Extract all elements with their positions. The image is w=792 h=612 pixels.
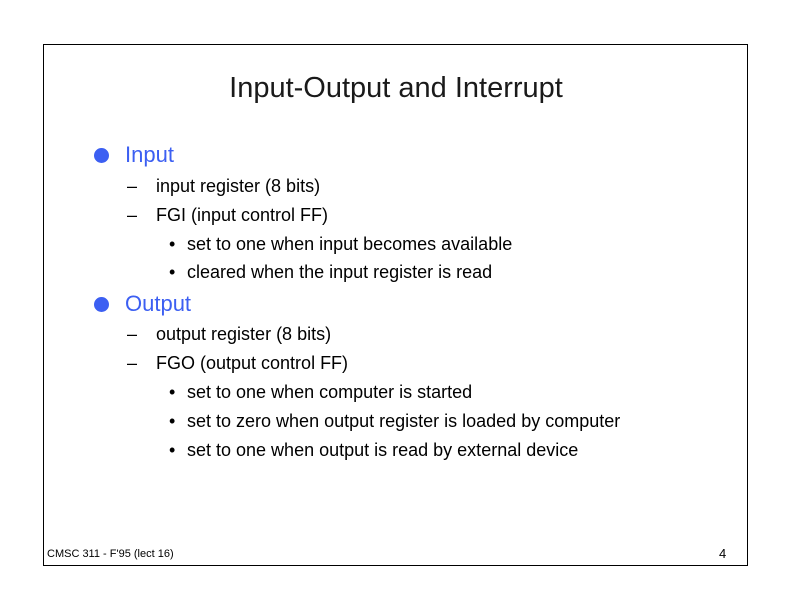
sub-list-item-text: set to zero when output register is load… [187, 410, 621, 431]
list-item-text: FGI (input control FF) [156, 204, 329, 225]
sub-list-item: • cleared when the input register is rea… [169, 260, 492, 284]
dash-bullet-icon: – [127, 204, 138, 225]
dot-bullet-icon: • [169, 410, 176, 431]
sub-list-item-text: cleared when the input register is read [187, 261, 493, 282]
sub-list-item: • set to one when computer is started [169, 380, 472, 404]
section-output: Output [94, 290, 191, 318]
dash-bullet-icon: – [127, 175, 138, 196]
list-item: – FGI (input control FF) [127, 203, 328, 227]
dot-bullet-icon: • [169, 381, 176, 402]
section-input: Input [94, 141, 174, 169]
circle-bullet-icon [94, 296, 109, 312]
sub-list-item-text: set to one when input becomes available [187, 233, 513, 254]
dash-bullet-icon: – [127, 352, 138, 373]
sub-list-item: • set to one when input becomes availabl… [169, 232, 512, 256]
section-heading: Output [125, 291, 192, 316]
section-heading: Input [125, 142, 174, 167]
list-item: – input register (8 bits) [127, 174, 320, 198]
dot-bullet-icon: • [169, 439, 176, 460]
list-item-text: FGO (output control FF) [156, 352, 349, 373]
sub-list-item-text: set to one when output is read by extern… [187, 439, 579, 460]
list-item: – FGO (output control FF) [127, 351, 348, 375]
sub-list-item: • set to one when output is read by exte… [169, 438, 578, 462]
list-item-text: output register (8 bits) [156, 323, 332, 344]
slide-footer: CMSC 311 - F'95 (lect 16) [47, 548, 174, 560]
page-number: 4 [719, 546, 727, 561]
list-item: – output register (8 bits) [127, 322, 331, 346]
dot-bullet-icon: • [169, 261, 176, 282]
list-item-text: input register (8 bits) [156, 175, 321, 196]
dot-bullet-icon: • [169, 233, 176, 254]
sub-list-item-text: set to one when computer is started [187, 381, 473, 402]
dash-bullet-icon: – [127, 323, 138, 344]
slide-title: Input-Output and Interrupt [229, 72, 563, 104]
sub-list-item: • set to zero when output register is lo… [169, 409, 620, 433]
circle-bullet-icon [94, 147, 109, 163]
